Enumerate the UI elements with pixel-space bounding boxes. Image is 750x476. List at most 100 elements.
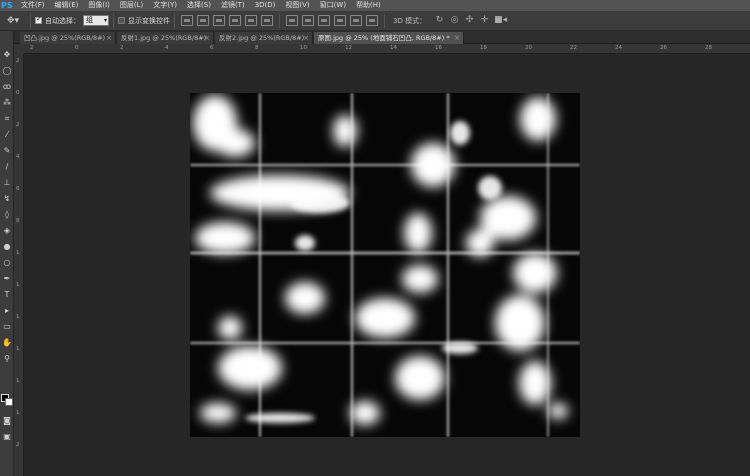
crop-tool-icon[interactable]: ⌗ [1, 113, 13, 125]
quick-mask-icon[interactable]: ◙ [1, 415, 13, 427]
tab-reflection1-jpg[interactable]: 反射1.jpg @ 25%(RGB/8#) × [117, 32, 214, 44]
tab-label: 反射1.jpg @ 25%(RGB/8#) [121, 34, 207, 42]
ruler-h-label: 10 [300, 45, 307, 51]
horizontal-ruler[interactable]: 2 0 2 4 6 8 10 12 14 16 18 20 22 24 26 28 [24, 44, 750, 54]
menu-edit[interactable]: 编辑(E) [50, 0, 84, 11]
ruler-v-label: 2 [16, 122, 20, 128]
close-icon[interactable]: × [204, 32, 210, 44]
menu-file[interactable]: 文件(F) [16, 0, 50, 11]
distribute-hcenter-icon[interactable] [350, 15, 362, 26]
marquee-tool-icon[interactable]: ◯ [1, 65, 13, 77]
tab-bump-jpg[interactable]: 凹凸.jpg @ 25%(RGB/8#) × [20, 32, 116, 44]
auto-select-checkbox[interactable] [35, 15, 42, 24]
align-vcenter-icon[interactable] [197, 15, 209, 26]
ruler-h-label: 24 [615, 45, 622, 51]
divider [174, 13, 175, 28]
distribute-right-icon[interactable] [366, 15, 378, 26]
align-bottom-icon[interactable] [213, 15, 225, 26]
distribute-top-icon[interactable] [286, 15, 298, 26]
ruler-v-label: 1 [16, 346, 20, 352]
type-tool-icon[interactable]: T [1, 289, 13, 301]
menu-type[interactable]: 文字(Y) [148, 0, 182, 11]
ruler-h-label: 0 [75, 45, 79, 51]
healing-brush-icon[interactable]: ✎ [1, 145, 13, 157]
history-brush-icon[interactable]: ↯ [1, 193, 13, 205]
zoom-tool-icon[interactable]: ⚲ [1, 353, 13, 365]
distribute-vcenter-icon[interactable] [302, 15, 314, 26]
distribute-bottom-icon[interactable] [318, 15, 330, 26]
ruler-v-label: 1 [16, 282, 20, 288]
3d-roll-icon[interactable]: ◎ [449, 15, 460, 26]
paint-bucket-icon[interactable]: ◈ [1, 225, 13, 237]
close-icon[interactable]: × [454, 32, 460, 44]
clone-stamp-icon[interactable]: ⊥ [1, 177, 13, 189]
brush-tool-icon[interactable]: / [1, 161, 13, 173]
ruler-h-label: 20 [525, 45, 532, 51]
move-tool-icon[interactable]: ✥ [1, 49, 13, 61]
align-hcenter-icon[interactable] [245, 15, 257, 26]
ruler-h-label: 14 [390, 45, 397, 51]
document-canvas[interactable] [190, 93, 580, 437]
ruler-v-label: 1 [16, 378, 20, 384]
ruler-v-label: 4 [16, 154, 20, 160]
tab-label: 凹凸.jpg @ 25%(RGB/8#) [24, 34, 106, 42]
screen-mode-icon[interactable]: ▣ [1, 431, 13, 443]
menu-help[interactable]: 帮助(H) [351, 0, 386, 11]
tab-label: 原图.jpg @ 25% (地面铺石凹凸, RGB/8#) * [318, 34, 450, 42]
eraser-icon[interactable]: ◊ [1, 209, 13, 221]
tab-label: 反射2.jpg @ 25%(RGB/8#) [219, 34, 305, 42]
bump-map-image [190, 93, 580, 437]
move-tool-icon[interactable]: ✥▾ [0, 13, 26, 29]
ruler-h-label: 6 [210, 45, 214, 51]
ruler-h-label: 16 [435, 45, 442, 51]
divider [30, 13, 31, 28]
menu-3d[interactable]: 3D(D) [250, 0, 281, 11]
ruler-v-label: 1 [16, 410, 20, 416]
magic-wand-icon[interactable]: ⁂ [1, 97, 13, 109]
menu-image[interactable]: 图像(I) [83, 0, 115, 11]
lasso-tool-icon[interactable]: ꝏ [1, 81, 13, 93]
ruler-corner[interactable] [14, 44, 24, 54]
ruler-h-label: 28 [705, 45, 712, 51]
close-icon[interactable]: × [303, 32, 309, 44]
transform-controls-checkbox[interactable] [118, 17, 125, 24]
rectangle-tool-icon[interactable]: ▭ [1, 321, 13, 333]
3d-rotate-icon[interactable]: ↻ [434, 15, 445, 26]
menu-view[interactable]: 视图(V) [280, 0, 314, 11]
blur-tool-icon[interactable]: ● [1, 241, 13, 253]
divider [279, 13, 280, 28]
distribute-left-icon[interactable] [334, 15, 346, 26]
hand-tool-icon[interactable]: ✋ [1, 337, 13, 349]
eyedropper-icon[interactable]: ⁄ [1, 129, 13, 141]
path-select-icon[interactable]: ▸ [1, 305, 13, 317]
tab-original-jpg[interactable]: 原图.jpg @ 25% (地面铺石凹凸, RGB/8#) * × [314, 32, 464, 44]
vertical-ruler[interactable]: 2 0 2 4 6 8 1 1 1 1 1 1 2 [14, 54, 24, 476]
menu-bar: PS 文件(F) 编辑(E) 图像(I) 图层(L) 文字(Y) 选择(S) 滤… [0, 0, 750, 11]
menu-layer[interactable]: 图层(L) [115, 0, 148, 11]
dodge-tool-icon[interactable]: ○ [1, 257, 13, 269]
ruler-v-label: 2 [16, 58, 20, 64]
transform-controls-label: 显示变换控件 [128, 16, 170, 25]
menu-select[interactable]: 选择(S) [182, 0, 216, 11]
ruler-h-label: 8 [255, 45, 259, 51]
background-color-swatch[interactable] [5, 398, 13, 406]
auto-select-label: 自动选择： [45, 16, 80, 25]
ruler-h-label: 12 [345, 45, 352, 51]
tab-reflection2-jpg[interactable]: 反射2.jpg @ 25%(RGB/8#) × [215, 32, 313, 44]
3d-drag-icon[interactable]: ✣ [464, 15, 475, 26]
3d-slide-icon[interactable]: ✛ [479, 15, 490, 26]
ruler-h-label: 22 [570, 45, 577, 51]
ruler-v-label: 2 [16, 442, 20, 448]
menu-filter[interactable]: 滤镜(T) [216, 0, 250, 11]
3d-scale-icon[interactable]: ■◂ [494, 15, 507, 26]
auto-select-dropdown[interactable]: 组 [83, 15, 109, 26]
photoshop-logo: PS [1, 1, 13, 10]
menu-window[interactable]: 窗口(W) [315, 0, 351, 11]
align-right-icon[interactable] [261, 15, 273, 26]
close-icon[interactable]: × [106, 32, 112, 44]
ruler-h-label: 4 [165, 45, 169, 51]
align-top-icon[interactable] [181, 15, 193, 26]
tools-panel: ✥ ◯ ꝏ ⁂ ⌗ ⁄ ✎ / ⊥ ↯ ◊ ◈ ● ○ ✒ T ▸ ▭ ✋ ⚲ … [0, 31, 14, 476]
align-left-icon[interactable] [229, 15, 241, 26]
pen-tool-icon[interactable]: ✒ [1, 273, 13, 285]
